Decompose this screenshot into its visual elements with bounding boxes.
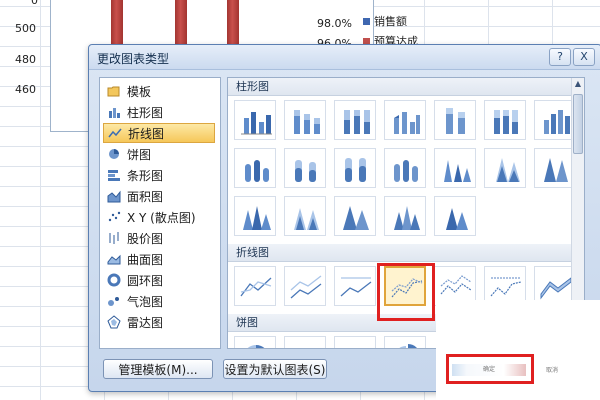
category-label: 模板: [127, 84, 152, 99]
pyramid-column-thumbnail[interactable]: [434, 196, 476, 236]
cancel-button[interactable]: 取消: [546, 365, 558, 374]
category-label: 饼图: [127, 147, 152, 162]
clustered-cylinder-thumbnail[interactable]: [234, 148, 276, 188]
scatter-chart-icon: [107, 210, 121, 224]
percent-stacked-column-thumbnail[interactable]: [334, 100, 376, 140]
percent-stacked-cone-thumbnail[interactable]: [534, 148, 576, 188]
3d-pyramid-thumbnail[interactable]: [384, 196, 426, 236]
clustered-cone-thumbnail[interactable]: [434, 148, 476, 188]
3d-clustered-column-thumbnail[interactable]: [384, 100, 426, 140]
ok-button[interactable]: 确定: [452, 364, 526, 376]
category-label: X Y (散点图): [127, 210, 196, 225]
stacked-cone-thumbnail[interactable]: [484, 148, 526, 188]
category-label: 条形图: [127, 168, 164, 183]
category-item-surface[interactable]: 曲面图: [103, 249, 215, 269]
bubble-chart-icon: [107, 294, 121, 308]
category-label: 折线图: [128, 126, 165, 141]
legend-item: 销售额: [363, 13, 407, 29]
set-default-chart-button[interactable]: 设置为默认图表(S): [223, 359, 327, 379]
help-button[interactable]: ?: [549, 48, 571, 66]
category-label: 气泡图: [127, 294, 164, 309]
clustered-column-thumbnail[interactable]: [234, 100, 276, 140]
stock-chart-icon: [107, 231, 121, 245]
exploded-pie-thumbnail[interactable]: [384, 336, 426, 348]
pie-of-pie-thumbnail[interactable]: [334, 336, 376, 348]
category-label: 圆环图: [127, 273, 164, 288]
column-chart-icon: [107, 105, 121, 119]
percent-axis-label: 98.0%: [317, 17, 352, 30]
dialog-titlebar[interactable]: 更改图表类型 ? X: [89, 45, 600, 70]
legend-swatch-blue: [363, 17, 370, 25]
radar-chart-icon: [107, 315, 121, 329]
3d-percent-stacked-column-thumbnail[interactable]: [484, 100, 526, 140]
surface-chart-icon: [107, 252, 121, 266]
line-thumbnail[interactable]: [234, 266, 276, 306]
3d-cylinder-thumbnail[interactable]: [384, 148, 426, 188]
area-chart-icon: [107, 189, 121, 203]
3d-stacked-column-thumbnail[interactable]: [434, 100, 476, 140]
category-item-template[interactable]: 模板: [103, 81, 215, 101]
category-label: 柱形图: [127, 105, 164, 120]
redacted-area: [436, 300, 600, 400]
value-axis-label: 480: [15, 53, 36, 66]
value-axis-label: 500: [15, 22, 36, 35]
stacked-line-thumbnail[interactable]: [284, 266, 326, 306]
3d-column-thumbnail[interactable]: [534, 100, 576, 140]
pie-chart-icon: [107, 147, 121, 161]
3d-pie-thumbnail[interactable]: [284, 336, 326, 348]
doughnut-chart-icon: [107, 273, 121, 287]
dialog-title: 更改图表类型: [97, 52, 170, 66]
category-label: 雷达图: [127, 315, 164, 330]
clustered-pyramid-thumbnail[interactable]: [234, 196, 276, 236]
section-header-line: 折线图: [228, 244, 571, 262]
category-item-radar[interactable]: 雷达图: [103, 312, 215, 332]
section-header-column: 柱形图: [228, 78, 571, 96]
category-item-pie[interactable]: 饼图: [103, 144, 215, 164]
manage-templates-button[interactable]: 管理模板(M)...: [103, 359, 213, 379]
scroll-up-arrow-icon[interactable]: ▲: [572, 78, 584, 90]
category-item-bubble[interactable]: 气泡图: [103, 291, 215, 311]
percent-stacked-cylinder-thumbnail[interactable]: [334, 148, 376, 188]
scrollbar-thumb[interactable]: [573, 94, 583, 154]
category-item-stock[interactable]: 股价图: [103, 228, 215, 248]
category-item-bar[interactable]: 条形图: [103, 165, 215, 185]
legend-label: 销售额: [374, 15, 407, 28]
line-with-markers-thumbnail[interactable]: [384, 266, 426, 306]
category-label: 曲面图: [127, 252, 164, 267]
category-item-area[interactable]: 面积图: [103, 186, 215, 206]
category-label: 股价图: [127, 231, 164, 246]
category-item-doughnut[interactable]: 圆环图: [103, 270, 215, 290]
pie-thumbnail[interactable]: [234, 336, 276, 348]
line-chart-icon: [108, 126, 122, 140]
bar-chart-icon: [107, 168, 121, 182]
category-item-line[interactable]: 折线图: [103, 123, 215, 143]
value-axis-label: 0: [31, 0, 38, 7]
percent-stacked-pyramid-thumbnail[interactable]: [334, 196, 376, 236]
value-axis-label: 460: [15, 83, 36, 96]
category-item-column[interactable]: 柱形图: [103, 102, 215, 122]
category-label: 面积图: [127, 189, 164, 204]
close-button[interactable]: X: [573, 48, 595, 66]
chart-category-list[interactable]: 模板 柱形图 折线图 饼图 条形图 面积图 X Y (散点图) 股价图 曲面图 …: [99, 77, 221, 349]
percent-stacked-line-thumbnail[interactable]: [334, 266, 376, 306]
stacked-pyramid-thumbnail[interactable]: [284, 196, 326, 236]
stacked-column-thumbnail[interactable]: [284, 100, 326, 140]
category-item-scatter[interactable]: X Y (散点图): [103, 207, 215, 227]
folder-icon: [107, 84, 121, 98]
stacked-cylinder-thumbnail[interactable]: [284, 148, 326, 188]
